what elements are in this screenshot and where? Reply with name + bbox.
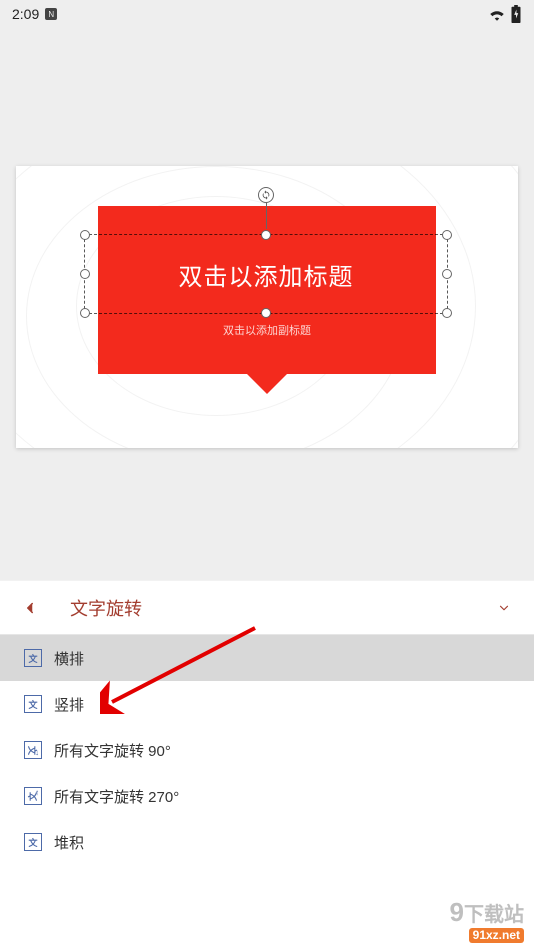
handle-top-left[interactable] [80, 230, 90, 240]
option-stacked[interactable]: 文 堆积 [0, 819, 534, 865]
text-vertical-icon: 文 [24, 695, 42, 713]
battery-icon [510, 5, 522, 23]
status-badge-icon: N [45, 8, 57, 20]
slide-red-shape [98, 206, 436, 374]
options-list: 文 横排 文 竖排 文↓ 所有文字旋转 90° 文↑ 所有文字旋转 270° 文… [0, 635, 534, 865]
option-label: 横排 [54, 648, 84, 669]
option-label: 堆积 [54, 832, 84, 853]
text-rotate-270-icon: 文↑ [24, 787, 42, 805]
option-label: 所有文字旋转 90° [54, 740, 171, 761]
watermark-line2: 91xz.net [469, 928, 524, 943]
slide[interactable]: 双击以添加标题 双击以添加副标题 [16, 166, 518, 448]
wifi-icon [488, 7, 506, 21]
rotation-stem [266, 199, 267, 229]
title-placeholder-text: 双击以添加标题 [179, 257, 354, 292]
handle-bottom-right[interactable] [442, 308, 452, 318]
text-stacked-icon: 文 [24, 833, 42, 851]
chevron-down-icon [497, 601, 511, 615]
option-rotate-90[interactable]: 文↓ 所有文字旋转 90° [0, 727, 534, 773]
handle-middle-right[interactable] [442, 269, 452, 279]
watermark-line1: 9下载站 [450, 899, 524, 926]
option-horizontal[interactable]: 文 横排 [0, 635, 534, 681]
handle-middle-left[interactable] [80, 269, 90, 279]
watermark: 9下载站 91xz.net [450, 899, 524, 944]
handle-bottom-middle[interactable] [261, 308, 271, 318]
status-bar: 2:09 N [0, 0, 534, 28]
text-horizontal-icon: 文 [24, 649, 42, 667]
handle-top-middle[interactable] [261, 230, 271, 240]
back-button[interactable] [6, 584, 54, 632]
handle-bottom-left[interactable] [80, 308, 90, 318]
option-rotate-270[interactable]: 文↑ 所有文字旋转 270° [0, 773, 534, 819]
chevron-left-icon [21, 599, 39, 617]
rotate-icon [261, 190, 271, 200]
status-time: 2:09 [12, 6, 39, 22]
title-placeholder[interactable]: 双击以添加标题 [84, 234, 448, 314]
panel-header: 文字旋转 [0, 581, 534, 635]
text-rotate-90-icon: 文↓ [24, 741, 42, 759]
handle-top-right[interactable] [442, 230, 452, 240]
slide-canvas-area: 双击以添加标题 双击以添加副标题 [0, 28, 534, 580]
option-label: 所有文字旋转 270° [54, 786, 179, 807]
slide-pointer-triangle [245, 372, 289, 394]
panel-title: 文字旋转 [54, 595, 480, 621]
more-button[interactable] [480, 584, 528, 632]
option-label: 竖排 [54, 694, 84, 715]
option-vertical[interactable]: 文 竖排 [0, 681, 534, 727]
subtitle-placeholder[interactable]: 双击以添加副标题 [223, 322, 311, 338]
text-rotation-panel: 文字旋转 文 横排 文 竖排 文↓ 所有文字旋转 90° 文↑ 所有文字旋转 2… [0, 580, 534, 950]
rotation-handle[interactable] [258, 187, 274, 203]
